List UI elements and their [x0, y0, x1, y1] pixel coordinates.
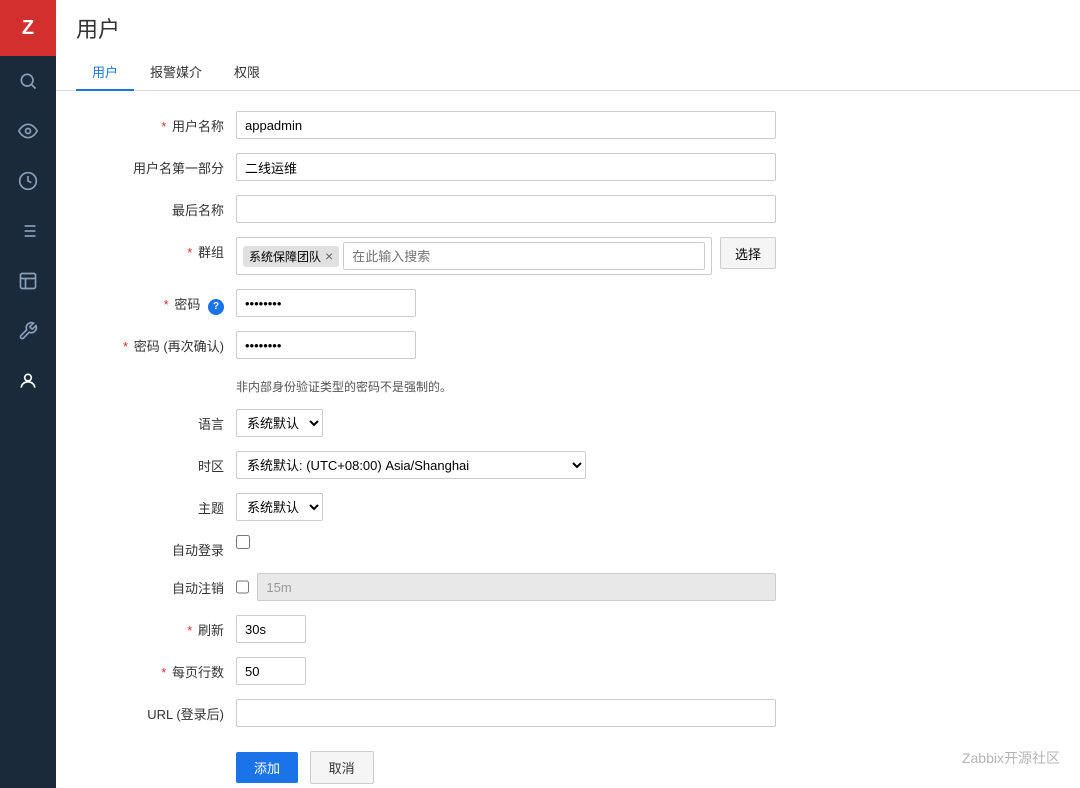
refresh-control — [236, 615, 776, 643]
refresh-row: * 刷新 — [56, 615, 1060, 643]
username-control — [236, 111, 776, 139]
theme-row: 主题 系统默认 — [56, 493, 1060, 521]
sidebar-item-latest[interactable] — [0, 156, 56, 206]
lastname-input[interactable] — [236, 195, 776, 223]
language-row: 语言 系统默认 — [56, 409, 1060, 437]
required-star-5: * — [187, 623, 192, 638]
language-control: 系统默认 — [236, 409, 776, 437]
password-control — [236, 289, 776, 317]
required-star-2: * — [187, 245, 192, 260]
form-actions: 添加 取消 — [56, 741, 1060, 788]
refresh-input[interactable] — [236, 615, 306, 643]
cancel-button[interactable]: 取消 — [310, 751, 374, 784]
password-label: * 密码 ? — [76, 289, 236, 315]
group-tag-label: 系统保障团队 — [249, 248, 321, 265]
password-confirm-label: * 密码 (再次确认) — [76, 331, 236, 355]
autologout-input — [257, 573, 776, 601]
required-star-6: * — [161, 665, 166, 680]
password-note: 非内部身份验证类型的密码不是强制的。 — [236, 373, 452, 395]
group-select-button[interactable]: 选择 — [720, 237, 776, 269]
timezone-label: 时区 — [76, 451, 236, 475]
theme-label: 主题 — [76, 493, 236, 517]
rows-row: * 每页行数 — [56, 657, 1060, 685]
password-input[interactable] — [236, 289, 416, 317]
sidebar-item-inventory[interactable] — [0, 206, 56, 256]
tab-bar: 用户 报警媒介 权限 — [76, 54, 1060, 90]
timezone-select[interactable]: 系统默认: (UTC+08:00) Asia/Shanghai — [236, 451, 586, 479]
autologout-row: 自动注销 — [56, 573, 1060, 601]
tab-media[interactable]: 报警媒介 — [134, 54, 218, 91]
form-area: * 用户名称 用户名第一部分 最后名称 * 群组 — [56, 91, 1080, 788]
password-help-icon[interactable]: ? — [208, 299, 224, 315]
theme-select[interactable]: 系统默认 — [236, 493, 323, 521]
required-star: * — [161, 119, 166, 134]
rows-input[interactable] — [236, 657, 306, 685]
group-search-input[interactable] — [343, 242, 705, 270]
language-label: 语言 — [76, 409, 236, 433]
page-title: 用户 — [76, 12, 1060, 44]
rows-label: * 每页行数 — [76, 657, 236, 681]
url-label: URL (登录后) — [76, 699, 236, 723]
group-label: * 群组 — [76, 237, 236, 261]
firstname-row: 用户名第一部分 — [56, 153, 1060, 181]
firstname-control — [236, 153, 776, 181]
password-confirm-input[interactable] — [236, 331, 416, 359]
password-row: * 密码 ? — [56, 289, 1060, 317]
group-tag-remove[interactable]: × — [325, 248, 333, 264]
group-tag: 系统保障团队 × — [243, 246, 339, 267]
group-row: * 群组 系统保障团队 × 选择 — [56, 237, 1060, 275]
tab-permissions[interactable]: 权限 — [218, 54, 276, 91]
sidebar-item-reports[interactable] — [0, 256, 56, 306]
timezone-row: 时区 系统默认: (UTC+08:00) Asia/Shanghai — [56, 451, 1060, 479]
autologout-label: 自动注销 — [76, 573, 236, 597]
username-input[interactable] — [236, 111, 776, 139]
password-note-spacer — [76, 373, 236, 378]
main-content: 用户 用户 报警媒介 权限 * 用户名称 用户名第一部分 最后名称 — [56, 0, 1080, 788]
sidebar-item-admin[interactable] — [0, 356, 56, 406]
url-control — [236, 699, 776, 727]
firstname-input[interactable] — [236, 153, 776, 181]
url-row: URL (登录后) — [56, 699, 1060, 727]
group-field[interactable]: 系统保障团队 × — [236, 237, 712, 275]
sidebar-item-search[interactable] — [0, 56, 56, 106]
app-logo[interactable]: Z — [0, 0, 56, 56]
url-input[interactable] — [236, 699, 776, 727]
username-label: * 用户名称 — [76, 111, 236, 135]
lastname-row: 最后名称 — [56, 195, 1060, 223]
group-control: 系统保障团队 × 选择 — [236, 237, 776, 275]
tab-user[interactable]: 用户 — [76, 54, 134, 91]
autologout-control — [236, 573, 776, 601]
language-select[interactable]: 系统默认 — [236, 409, 323, 437]
password-note-row: 非内部身份验证类型的密码不是强制的。 — [56, 373, 1060, 395]
sidebar-item-config[interactable] — [0, 306, 56, 356]
autologin-control — [236, 535, 776, 549]
autologout-checkbox[interactable] — [236, 580, 249, 594]
refresh-label: * 刷新 — [76, 615, 236, 639]
sidebar: Z — [0, 0, 56, 788]
sidebar-item-monitoring[interactable] — [0, 106, 56, 156]
autologin-label: 自动登录 — [76, 535, 236, 559]
page-header: 用户 用户 报警媒介 权限 — [56, 0, 1080, 91]
lastname-control — [236, 195, 776, 223]
password-confirm-row: * 密码 (再次确认) — [56, 331, 1060, 359]
required-star-3: * — [164, 297, 169, 312]
lastname-label: 最后名称 — [76, 195, 236, 219]
password-confirm-control — [236, 331, 776, 359]
add-button[interactable]: 添加 — [236, 752, 298, 783]
theme-control: 系统默认 — [236, 493, 776, 521]
required-star-4: * — [123, 339, 128, 354]
autologin-checkbox[interactable] — [236, 535, 250, 549]
firstname-label: 用户名第一部分 — [76, 153, 236, 177]
timezone-control: 系统默认: (UTC+08:00) Asia/Shanghai — [236, 451, 776, 479]
rows-control — [236, 657, 776, 685]
username-row: * 用户名称 — [56, 111, 1060, 139]
autologin-row: 自动登录 — [56, 535, 1060, 559]
